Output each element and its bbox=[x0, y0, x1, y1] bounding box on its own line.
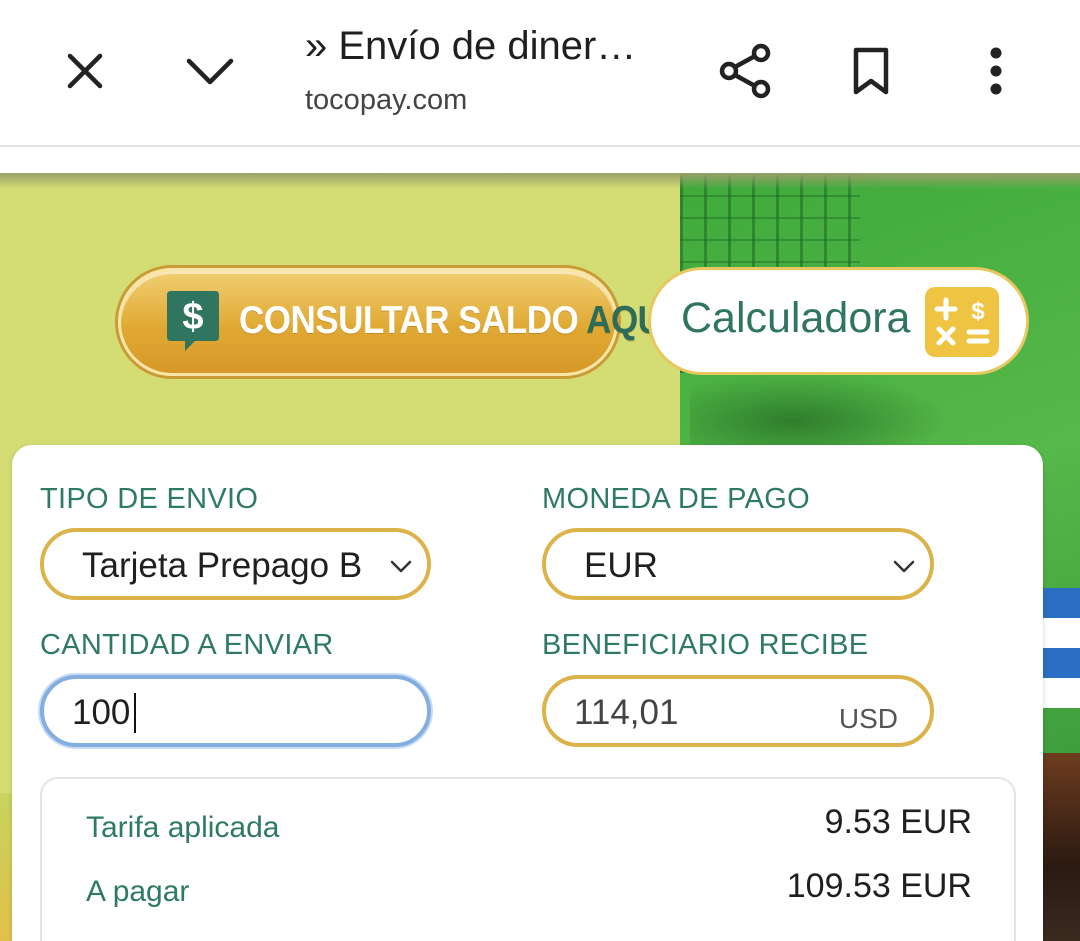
saldo-text: CONSULTAR SALDO bbox=[239, 299, 587, 342]
pagar-label: A pagar bbox=[86, 875, 190, 908]
more-vert-icon[interactable] bbox=[976, 44, 1016, 98]
tipo-envio-label: TIPO DE ENVIO bbox=[40, 483, 259, 515]
browser-toolbar: » Envío de diner… tocopay.com bbox=[0, 0, 1080, 147]
page-title[interactable]: » Envío de diner… bbox=[305, 24, 636, 69]
cantidad-input-box[interactable]: 100 bbox=[40, 675, 431, 747]
flag-stripe bbox=[1040, 618, 1080, 648]
flag-stripe bbox=[1040, 588, 1080, 618]
page-top-strip bbox=[0, 147, 1080, 173]
flag-stripe bbox=[1040, 648, 1080, 678]
beneficiario-label: BENEFICIARIO RECIBE bbox=[542, 629, 869, 661]
transfer-calculator-card: TIPO DE ENVIO Tarjeta Prepago B MONEDA D… bbox=[12, 445, 1043, 941]
beneficiario-field[interactable]: 114,01 USD bbox=[542, 675, 934, 747]
cantidad-label: CANTIDAD A ENVIAR bbox=[40, 629, 334, 661]
chevron-down-icon bbox=[389, 554, 413, 578]
consultar-saldo-label: CONSULTAR SALDO AQUÍ bbox=[239, 299, 672, 343]
tarifa-label: Tarifa aplicada bbox=[86, 811, 280, 844]
text-caret bbox=[134, 693, 136, 733]
summary-box: Tarifa aplicada 9.53 EUR A pagar 109.53 … bbox=[40, 777, 1016, 941]
cantidad-value: 100 bbox=[72, 693, 131, 732]
moneda-pago-select[interactable]: EUR bbox=[542, 528, 934, 600]
tipo-envio-select[interactable]: Tarjeta Prepago B bbox=[40, 528, 431, 600]
svg-text:$: $ bbox=[182, 296, 203, 338]
bookmark-icon[interactable] bbox=[846, 44, 896, 98]
calculadora-label: Calculadora bbox=[681, 294, 911, 342]
page-url[interactable]: tocopay.com bbox=[305, 84, 467, 117]
tipo-envio-value: Tarjeta Prepago B bbox=[82, 546, 363, 585]
consultar-saldo-button[interactable]: $ CONSULTAR SALDO AQUÍ bbox=[118, 268, 672, 376]
header-shadow bbox=[0, 173, 1080, 189]
tarifa-value: 9.53 EUR bbox=[824, 803, 972, 841]
hero-banner: $ CONSULTAR SALDO AQUÍ Calculadora $ TIP… bbox=[0, 173, 1080, 941]
share-icon[interactable] bbox=[718, 42, 774, 100]
plant-decoration bbox=[690, 373, 950, 453]
calculator-icon: $ bbox=[925, 287, 999, 357]
svg-text:$: $ bbox=[971, 298, 985, 325]
beneficiario-unit: USD bbox=[838, 703, 898, 734]
beneficiario-value: 114,01 bbox=[574, 693, 679, 732]
close-icon[interactable] bbox=[60, 46, 110, 96]
chevron-down-icon bbox=[892, 554, 916, 578]
chevron-down-icon[interactable] bbox=[182, 48, 238, 94]
pagar-value: 109.53 EUR bbox=[786, 867, 972, 905]
flag-stripe bbox=[1040, 678, 1080, 708]
moneda-pago-value: EUR bbox=[584, 546, 658, 585]
dollar-chat-icon: $ bbox=[165, 289, 221, 353]
calculadora-button[interactable]: Calculadora $ bbox=[648, 267, 1029, 375]
person-photo bbox=[1040, 753, 1080, 941]
moneda-pago-label: MONEDA DE PAGO bbox=[542, 483, 810, 515]
